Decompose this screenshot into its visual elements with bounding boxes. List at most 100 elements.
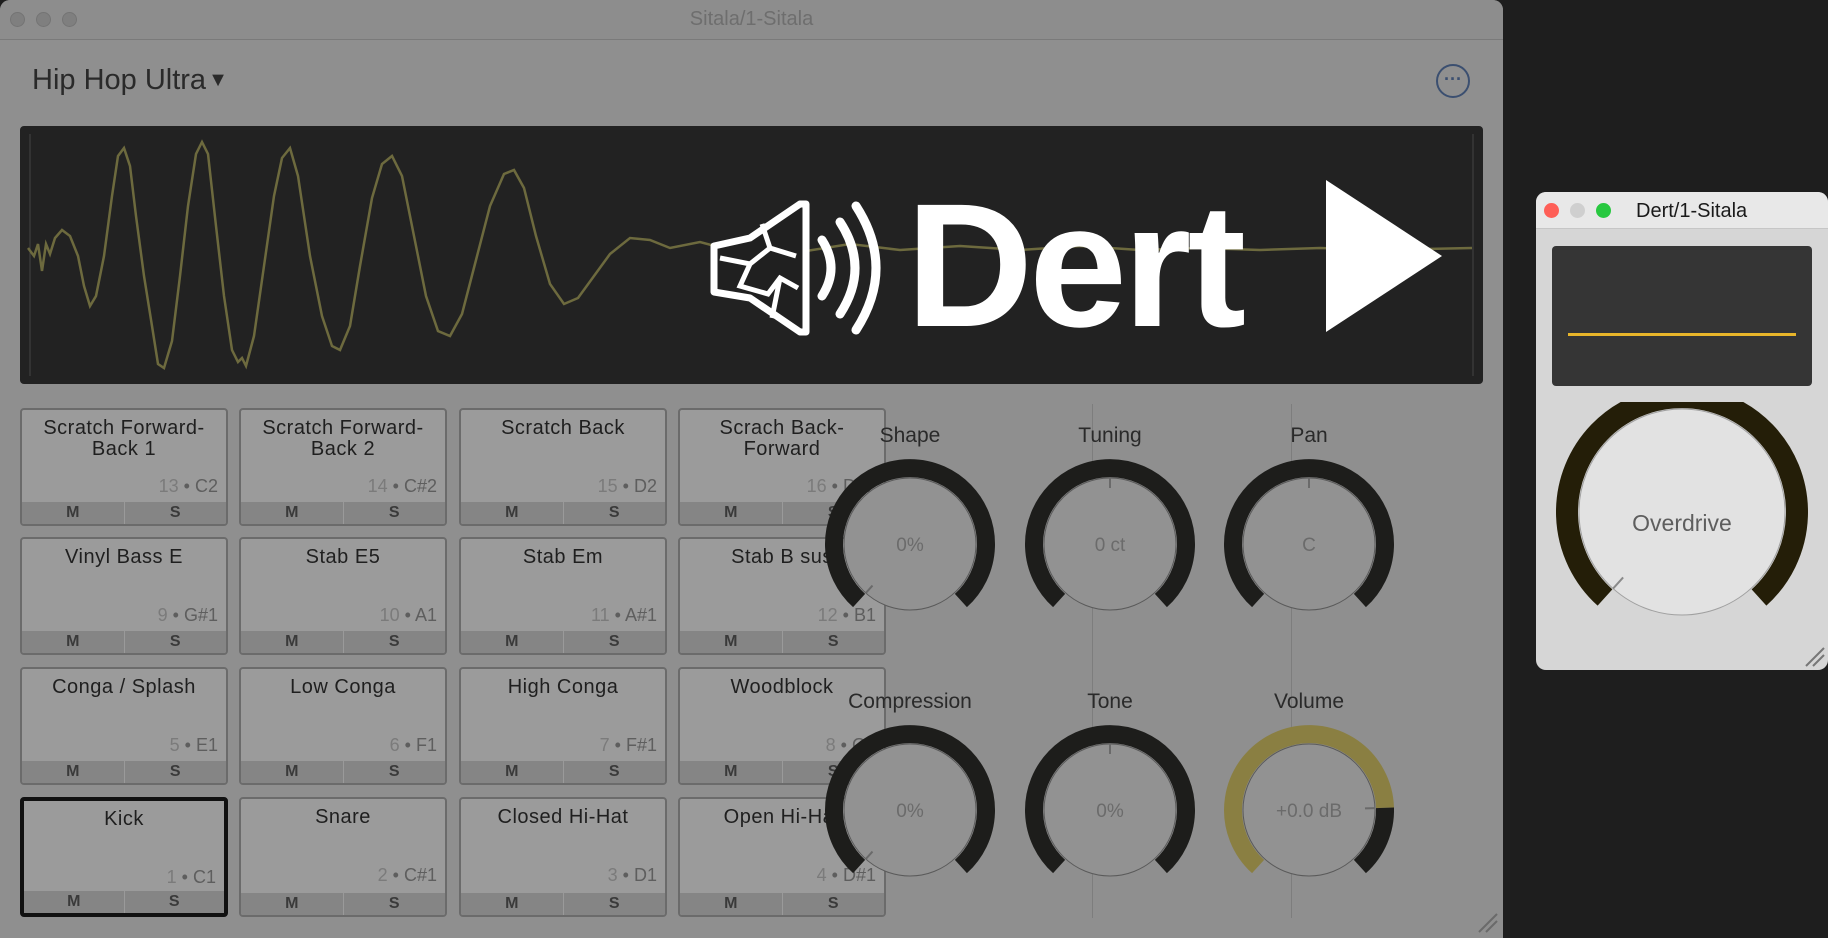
knob-value: 0 ct	[1095, 535, 1126, 556]
pad-controls: MS	[241, 761, 445, 783]
mute-button[interactable]: M	[680, 631, 782, 653]
pad[interactable]: Vinyl Bass E 9 • G#1 M S	[20, 537, 228, 655]
pad-name: Kick	[104, 808, 144, 830]
mute-button[interactable]: M	[461, 761, 563, 783]
knob-volume[interactable]: Volume +0.0 dB	[1223, 690, 1395, 896]
pad-number: 15	[597, 476, 618, 496]
knob-dial[interactable]: 0%	[1024, 724, 1196, 896]
dot-icon: •	[614, 605, 621, 625]
play-triangle-icon[interactable]	[1318, 174, 1448, 338]
pad[interactable]: Stab Em 11 • A#1 M S	[459, 537, 667, 655]
pad[interactable]: Snare 2 • C#1 M S	[239, 797, 447, 917]
knob-dial[interactable]: 0 ct	[1024, 458, 1196, 630]
pad[interactable]: High Conga 7 • F#1 M S	[459, 667, 667, 785]
solo-button[interactable]: S	[562, 631, 666, 653]
pad-name: Low Conga	[290, 676, 396, 698]
solo-button[interactable]: S	[342, 893, 446, 915]
mute-button[interactable]: M	[461, 502, 563, 524]
pad[interactable]: Scratch Forward- Back 2 14 • C#2 M S	[239, 408, 447, 526]
pad[interactable]: Low Conga 6 • F1 M S	[239, 667, 447, 785]
pad[interactable]: Closed Hi-Hat 3 • D1 M S	[459, 797, 667, 917]
plugin-title-bar[interactable]: Dert/1-Sitala	[1536, 192, 1828, 229]
pad-number: 10	[379, 605, 400, 625]
knob-tone[interactable]: Tone 0%	[1024, 690, 1196, 896]
dot-icon: •	[184, 735, 191, 755]
pad-controls: MS	[680, 893, 884, 915]
pad-number: 9	[157, 605, 168, 625]
pad-note-name: A#1	[624, 605, 657, 625]
knob-dial[interactable]: C	[1223, 458, 1395, 630]
pad-name: Conga / Splash	[52, 676, 196, 698]
mute-button[interactable]: M	[241, 893, 343, 915]
dot-icon: •	[181, 867, 188, 887]
mute-button[interactable]: M	[241, 761, 343, 783]
pad[interactable]: Conga / Splash 5 • E1 M S	[20, 667, 228, 785]
solo-button[interactable]: S	[781, 893, 885, 915]
pad-controls: MS	[461, 893, 665, 915]
mute-button[interactable]: M	[22, 631, 124, 653]
solo-button[interactable]: S	[342, 502, 446, 524]
solo-button[interactable]: S	[342, 761, 446, 783]
knob-dial[interactable]: +0.0 dB	[1223, 724, 1395, 896]
solo-button[interactable]: S	[123, 502, 227, 524]
pad[interactable]: Kick 1 • C1 M S	[20, 797, 228, 917]
mute-button[interactable]: M	[241, 631, 343, 653]
more-options-button[interactable]: ···	[1436, 64, 1470, 98]
pad-controls: MS	[22, 631, 226, 653]
sitala-window: Sitala/1-Sitala Hip Hop Ultra ▼ ··· Scrat…	[0, 0, 1503, 938]
solo-button[interactable]: S	[781, 631, 885, 653]
pad-note-name: D2	[633, 476, 657, 496]
knob-dial[interactable]: 0%	[824, 458, 996, 630]
mute-button[interactable]: M	[680, 761, 782, 783]
mute-button[interactable]: M	[680, 893, 782, 915]
solo-button[interactable]: S	[562, 893, 666, 915]
pad[interactable]: Stab E5 10 • A1 M S	[239, 537, 447, 655]
mute-button[interactable]: M	[241, 502, 343, 524]
close-window-button[interactable]	[1544, 203, 1559, 218]
knob-label: Tone	[1087, 690, 1133, 713]
pad-name: Stab Em	[522, 546, 604, 568]
knob-shape[interactable]: Shape 0%	[824, 424, 996, 630]
title-bar[interactable]: Sitala/1-Sitala	[0, 0, 1503, 40]
resize-grip-icon[interactable]	[1475, 910, 1499, 934]
mute-button[interactable]: M	[24, 891, 124, 913]
solo-button[interactable]: S	[123, 761, 227, 783]
minimize-window-button[interactable]	[1570, 203, 1585, 218]
preset-selector[interactable]: Hip Hop Ultra ▼	[32, 64, 228, 97]
pad-note-name: F1	[415, 735, 437, 755]
knob-label: Compression	[848, 690, 972, 713]
pad-name: High Conga	[507, 676, 619, 698]
knob-compression[interactable]: Compression 0%	[824, 690, 996, 896]
dot-icon: •	[392, 865, 399, 885]
pad-controls: MS	[241, 502, 445, 524]
pad[interactable]: Scratch Forward- Back 1 13 • C2 M S	[20, 408, 228, 526]
zoom-window-button[interactable]	[1596, 203, 1611, 218]
mute-button[interactable]: M	[461, 631, 563, 653]
resize-grip-icon[interactable]	[1804, 646, 1826, 668]
pad[interactable]: Scratch Back 15 • D2 M S	[459, 408, 667, 526]
knob-pan[interactable]: Pan C	[1223, 424, 1395, 630]
solo-button[interactable]: S	[342, 631, 446, 653]
solo-button[interactable]: S	[562, 502, 666, 524]
pad-controls: MS	[22, 761, 226, 783]
pad-note: 3 • D1	[608, 865, 657, 886]
preset-name: Hip Hop Ultra	[32, 64, 207, 96]
knob-tuning[interactable]: Tuning 0 ct	[1024, 424, 1196, 630]
dot-icon: •	[404, 735, 411, 755]
mute-button[interactable]: M	[22, 502, 124, 524]
pad-note: 15 • D2	[598, 476, 657, 497]
mute-button[interactable]: M	[461, 893, 563, 915]
knob-dial[interactable]: 0%	[824, 724, 996, 896]
pad-name: Scratch Forward- Back 1	[43, 417, 205, 460]
solo-button[interactable]: S	[123, 631, 227, 653]
mute-button[interactable]: M	[680, 502, 782, 524]
dert-plugin-window: Dert/1-Sitala Overdrive	[1536, 192, 1828, 670]
pad-controls: MS	[461, 761, 665, 783]
solo-button[interactable]: S	[123, 891, 225, 913]
pad-note-name: C1	[192, 867, 216, 887]
brand-overlay: Dert	[708, 168, 1468, 354]
solo-button[interactable]: S	[562, 761, 666, 783]
dot-icon: •	[404, 605, 411, 625]
mute-button[interactable]: M	[22, 761, 124, 783]
knob-value: 0%	[1096, 801, 1124, 822]
